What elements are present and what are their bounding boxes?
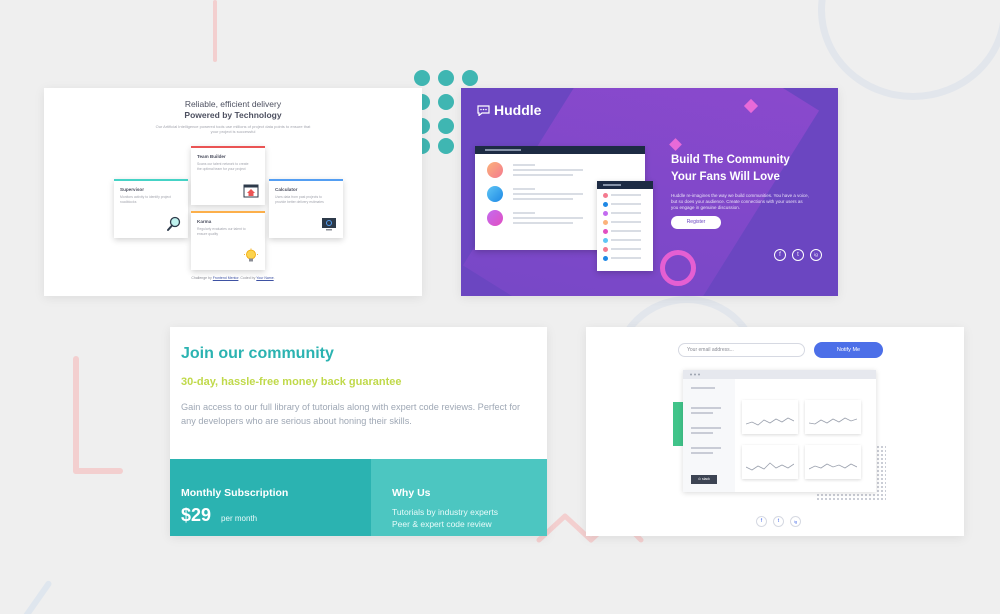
chat-bubble-icon xyxy=(477,104,490,116)
attribution-link-frontend-mentor[interactable]: Frontend Mentor xyxy=(213,276,239,280)
lightbulb-icon xyxy=(244,248,258,262)
hero-headline-line2: Your Fans Will Love xyxy=(671,171,780,183)
stat-card xyxy=(805,400,861,434)
notify-me-button[interactable]: Notify Me xyxy=(814,342,883,358)
twitter-icon[interactable]: t xyxy=(792,249,804,261)
stat-card xyxy=(742,445,798,479)
price-row: $29 per month xyxy=(181,505,360,526)
preview-huddle-landing[interactable]: Huddle Build The Community Your Fans Wil… xyxy=(461,88,838,296)
card-title: Team Builder xyxy=(197,154,226,159)
huddle-logo[interactable]: Huddle xyxy=(477,102,541,118)
guarantee-subtitle: 30-day, hassle-free money back guarantee xyxy=(181,376,402,388)
decor-pink-line xyxy=(213,0,217,62)
magnifier-icon xyxy=(167,216,181,231)
decor-ring-top-right xyxy=(818,0,1000,100)
section-subtitle: Reliable, efficient delivery xyxy=(184,99,282,109)
why-us-section: Why Us Tutorials by industry experts Pee… xyxy=(371,459,547,536)
email-field[interactable]: Your email address... xyxy=(678,343,805,357)
section-description: Our Artificial Intelligence powered tool… xyxy=(155,124,311,134)
card-supervisor: Supervisor Monitors activity to identify… xyxy=(114,179,188,238)
card-title: Supervisor xyxy=(120,187,144,192)
twitter-icon[interactable]: t xyxy=(773,516,784,527)
price-amount: $29 xyxy=(181,505,212,525)
hero-headline: Build The Community Your Fans Will Love xyxy=(671,152,821,186)
card-calculator: Calculator Uses data from past projects … xyxy=(269,179,343,238)
decor-pink-l-horizontal xyxy=(73,468,123,474)
sparkline-icon xyxy=(746,462,794,471)
sparkline-icon xyxy=(809,417,857,425)
section-title: Powered by Technology xyxy=(184,110,282,120)
attribution: Challenge by Frontend Mentor. Coded by Y… xyxy=(44,276,422,280)
attribution-prefix: Challenge by xyxy=(191,276,213,280)
card-description: Regularly evaluates our talent to ensure… xyxy=(197,227,246,236)
register-button[interactable]: Register xyxy=(671,216,721,229)
stat-card xyxy=(742,400,798,434)
slack-button: ⊙ slack xyxy=(691,475,717,484)
card-description: Scans our talent network to create the o… xyxy=(197,162,249,171)
hero-description: Huddle re-imagines the way we build comm… xyxy=(671,193,809,210)
hero-headline-line1: Build The Community xyxy=(671,154,790,166)
community-title: Join our community xyxy=(181,345,334,362)
why-us-title: Why Us xyxy=(392,487,431,499)
preview-four-card-feature[interactable]: Reliable, efficient delivery Powered by … xyxy=(44,88,422,296)
stat-card xyxy=(805,445,861,479)
decor-pink-l-vertical xyxy=(73,356,79,474)
illustration-member-list-window xyxy=(597,181,653,271)
sparkline-icon xyxy=(809,463,857,470)
why-us-item: Peer & expert code review xyxy=(392,519,492,529)
card-description: Uses data from past projects to provide … xyxy=(275,195,324,204)
community-description: Gain access to our full library of tutor… xyxy=(181,402,521,426)
card-title: Calculator xyxy=(275,187,298,192)
window-dots-icon xyxy=(690,373,700,376)
facebook-icon[interactable]: f xyxy=(756,516,767,527)
decor-blue-diagonal xyxy=(13,579,53,614)
attribution-suffix: . xyxy=(273,276,275,280)
instagram-icon[interactable]: ig xyxy=(790,516,801,527)
team-builder-icon xyxy=(243,184,259,198)
dashboard-sidebar: ⊙ slack xyxy=(683,379,735,492)
instagram-icon[interactable]: ig xyxy=(810,249,822,261)
why-us-list: Tutorials by industry experts Peer & exp… xyxy=(392,506,526,530)
illustration-dashboard: ⊙ slack xyxy=(683,370,876,492)
attribution-mid: . Coded by xyxy=(238,276,257,280)
decor-green-bar xyxy=(673,402,683,446)
why-us-item: Tutorials by industry experts xyxy=(392,507,498,517)
preview-notify-landing[interactable]: Your email address... Notify Me ⊙ slack xyxy=(586,327,964,536)
price-period: per month xyxy=(221,514,258,523)
preview-single-price-grid[interactable]: Join our community 30-day, hassle-free m… xyxy=(170,327,547,536)
card-team-builder: Team Builder Scans our talent network to… xyxy=(191,146,265,205)
subscription-section: Monthly Subscription $29 per month xyxy=(170,459,371,536)
sparkline-icon xyxy=(746,417,794,426)
logo-text: Huddle xyxy=(494,102,542,118)
decor-pink-ring xyxy=(660,250,696,286)
subscription-title: Monthly Subscription xyxy=(181,487,289,499)
card-karma: Karma Regularly evaluates our talent to … xyxy=(191,211,265,270)
card-description: Monitors activity to identify project ro… xyxy=(120,195,171,204)
attribution-link-author[interactable]: Your Name xyxy=(256,276,273,280)
monitor-icon xyxy=(322,218,336,231)
facebook-icon[interactable]: f xyxy=(774,249,786,261)
card-title: Karma xyxy=(197,219,212,224)
